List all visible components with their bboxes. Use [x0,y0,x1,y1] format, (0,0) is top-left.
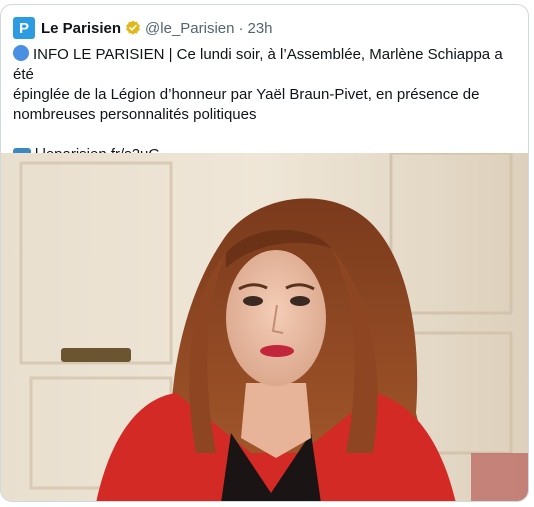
verified-badge-icon [125,20,141,36]
author-name[interactable]: Le Parisien [41,20,121,37]
tweet-header: P Le Parisien @le_Parisien · 23h [13,16,273,40]
tweet-photo[interactable] [1,153,528,501]
tweet-text-line-3: nombreuses personnalités politiques [13,106,257,123]
avatar-letter: P [18,19,29,37]
text-spacer [13,125,518,145]
handle[interactable]: @le_Parisien [145,20,234,37]
tweet-text-line-1: INFO LE PARISIEN | Ce lundi soir, à l’As… [13,46,503,83]
avatar[interactable]: P [13,17,35,39]
separator: · [238,19,244,37]
tweet-text-line: INFO LE PARISIEN | Ce lundi soir, à l’As… [13,45,518,85]
photo-illustration [1,153,528,501]
blue-circle-icon [13,45,29,61]
tweet-text-line-2: épinglée de la Légion d’honneur par Yaël… [13,86,480,103]
timestamp[interactable]: 23h [247,20,272,37]
tweet-text: INFO LE PARISIEN | Ce lundi soir, à l’As… [13,45,518,166]
tweet-card[interactable]: P Le Parisien @le_Parisien · 23h INFO LE… [0,4,529,502]
